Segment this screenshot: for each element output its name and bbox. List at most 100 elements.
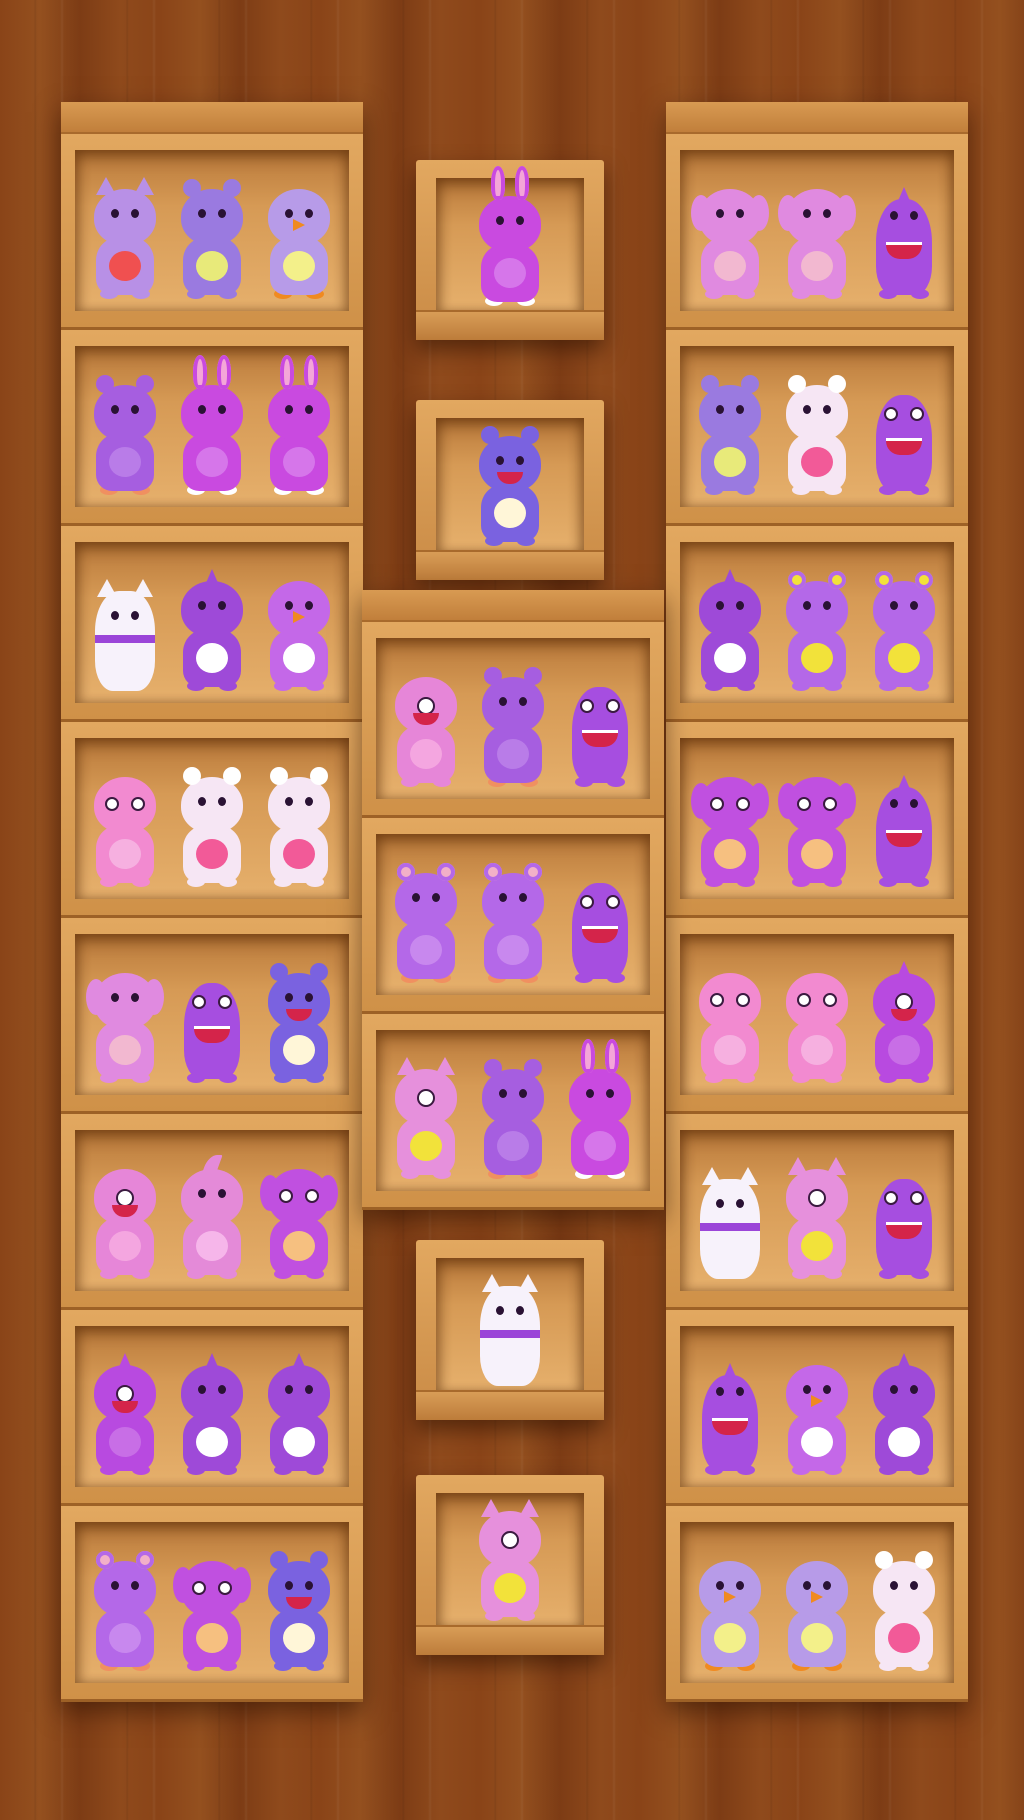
butterfly-toy[interactable] — [81, 759, 168, 887]
monster-toy[interactable] — [562, 855, 638, 983]
bear-toy[interactable] — [475, 659, 551, 787]
toy-eye — [910, 1581, 919, 1590]
hippo-mouth-toy[interactable] — [472, 418, 548, 546]
bunny-toy[interactable] — [174, 355, 250, 495]
middle-single-box-1[interactable] — [416, 160, 604, 340]
monster-toy[interactable] — [562, 659, 638, 787]
left-shelf-cell[interactable] — [61, 1310, 363, 1506]
horn-icon — [898, 775, 911, 789]
bird-toy[interactable] — [256, 171, 343, 299]
horned-cyclops-toy[interactable] — [779, 1151, 855, 1279]
cyclops-toy[interactable] — [87, 1347, 163, 1475]
left-shelf-cell[interactable] — [61, 918, 363, 1114]
dino-toy[interactable] — [261, 1347, 337, 1475]
middle-single-box-2[interactable] — [416, 400, 604, 580]
lucky-cat-toy[interactable] — [87, 563, 163, 691]
toy-head — [268, 1551, 331, 1617]
bunny-toy[interactable] — [472, 166, 548, 306]
yellow-bear-toy[interactable] — [866, 563, 942, 691]
hippo-toy[interactable] — [174, 171, 250, 299]
lucky-cat-toy[interactable] — [472, 1258, 548, 1386]
horned-cyclops-toy[interactable] — [472, 1493, 548, 1621]
hippo-mouth-toy[interactable] — [261, 955, 337, 1083]
right-shelf-cell[interactable] — [666, 526, 968, 722]
left-shelf-cell[interactable] — [61, 1506, 363, 1702]
left-shelf-cell[interactable] — [61, 526, 363, 722]
left-shelf-cell[interactable] — [61, 134, 363, 330]
bunny-monster-toy[interactable] — [172, 1543, 251, 1671]
single-box-lip — [416, 1625, 604, 1655]
shark-toy[interactable] — [174, 1151, 250, 1279]
bird-toy[interactable] — [773, 1543, 860, 1671]
cow-toy[interactable] — [261, 759, 337, 887]
shelf-cell-interior — [680, 738, 954, 899]
yellow-bear-toy[interactable] — [779, 563, 855, 691]
middle-shelf-cell[interactable] — [362, 818, 664, 1014]
bear-toy[interactable] — [475, 1051, 551, 1179]
fang-monster-toy[interactable] — [692, 1347, 768, 1475]
toy-head — [481, 667, 544, 733]
hippo-mouth-toy[interactable] — [261, 1543, 337, 1671]
toy-eye — [110, 993, 119, 1002]
right-shelf-cell[interactable] — [666, 918, 968, 1114]
middle-shelf-cell[interactable] — [362, 1014, 664, 1210]
right-shelf-cap — [666, 102, 968, 134]
teddy-bear-toy[interactable] — [475, 855, 551, 983]
bird-toy[interactable] — [686, 1543, 773, 1671]
middle-single-box-4[interactable] — [416, 1475, 604, 1655]
teddy-bear-toy[interactable] — [388, 855, 464, 983]
left-shelf-cell[interactable] — [61, 330, 363, 526]
monster-toy[interactable] — [866, 1151, 942, 1279]
left-shelf-cell[interactable] — [61, 1114, 363, 1310]
dino-toy[interactable] — [174, 1347, 250, 1475]
monster-toy[interactable] — [174, 955, 250, 1083]
cow-toy[interactable] — [779, 367, 855, 495]
one-eye-monster-toy[interactable] — [388, 659, 464, 787]
butterfly-toy[interactable] — [686, 955, 773, 1083]
toy-eyes — [181, 797, 243, 806]
dino-toy[interactable] — [692, 563, 768, 691]
puppy-toy[interactable] — [777, 171, 856, 299]
puppy-toy[interactable] — [690, 171, 769, 299]
toy-eye — [884, 407, 899, 421]
bear-toy[interactable] — [87, 367, 163, 495]
fang-monster-toy[interactable] — [866, 759, 942, 887]
right-shelf-cell[interactable] — [666, 722, 968, 918]
bunny-monster-toy[interactable] — [690, 759, 769, 887]
middle-shelf-cell[interactable] — [362, 622, 664, 818]
bunny-monster-toy[interactable] — [260, 1151, 339, 1279]
bunny-toy[interactable] — [562, 1039, 638, 1179]
cyclops-toy[interactable] — [866, 955, 942, 1083]
middle-single-box-3[interactable] — [416, 1240, 604, 1420]
right-shelf-cell[interactable] — [666, 1506, 968, 1702]
right-shelf-cell[interactable] — [666, 134, 968, 330]
cow-toy[interactable] — [866, 1543, 942, 1671]
horned-cyclops-toy[interactable] — [388, 1051, 464, 1179]
right-shelf-cell[interactable] — [666, 1310, 968, 1506]
toy-eye — [822, 1581, 831, 1590]
right-shelf-cell[interactable] — [666, 1114, 968, 1310]
left-shelf-cell[interactable] — [61, 722, 363, 918]
toy-belly — [108, 1427, 141, 1457]
dino-toy[interactable] — [866, 1347, 942, 1475]
penguin-toy[interactable] — [256, 563, 343, 691]
one-eye-monster-toy[interactable] — [87, 1151, 163, 1279]
bunny-toy[interactable] — [261, 355, 337, 495]
butterfly-toy[interactable] — [773, 955, 860, 1083]
toy-eye — [197, 1189, 206, 1198]
lucky-cat-toy[interactable] — [692, 1151, 768, 1279]
toy-head — [873, 961, 936, 1029]
dino-toy[interactable] — [174, 563, 250, 691]
hippo-toy[interactable] — [692, 367, 768, 495]
toy-body — [700, 237, 759, 295]
fang-monster-toy[interactable] — [866, 171, 942, 299]
teddy-bear-toy[interactable] — [87, 1543, 163, 1671]
toy-head — [93, 1169, 156, 1225]
right-shelf-cell[interactable] — [666, 330, 968, 526]
bunny-monster-toy[interactable] — [777, 759, 856, 887]
monster-toy[interactable] — [866, 367, 942, 495]
penguin-toy[interactable] — [773, 1347, 860, 1475]
cat-toy[interactable] — [87, 171, 163, 299]
cow-toy[interactable] — [174, 759, 250, 887]
puppy-toy[interactable] — [85, 955, 164, 1083]
